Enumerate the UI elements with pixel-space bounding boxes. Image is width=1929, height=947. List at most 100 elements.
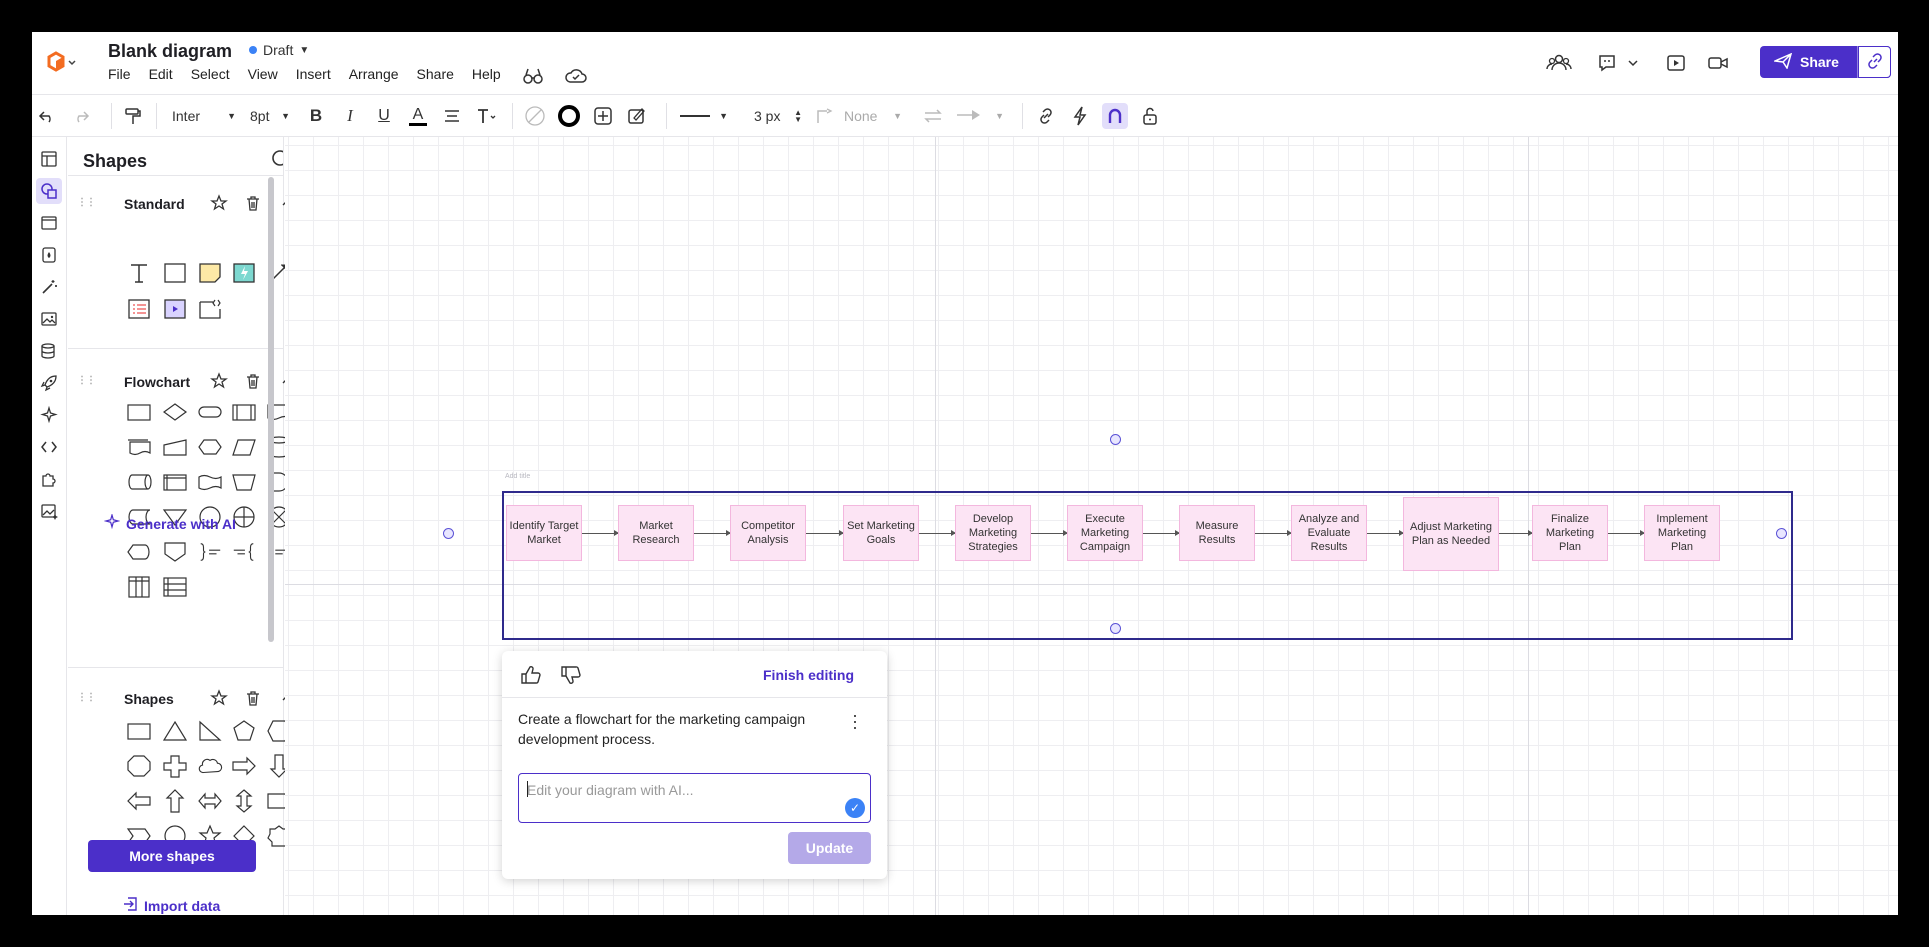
line-color-icon[interactable] (556, 103, 582, 129)
internal-storage-icon[interactable] (162, 469, 188, 495)
unlock-icon[interactable] (1137, 103, 1163, 129)
manual-input-icon[interactable] (162, 434, 188, 460)
rectangle-icon[interactable] (126, 718, 152, 744)
line-end-select[interactable]: ▼ (956, 103, 1004, 129)
trash-icon[interactable] (244, 689, 262, 707)
cloud-icon[interactable] (197, 753, 223, 779)
flow-connector-arrow[interactable] (806, 530, 844, 536)
finish-editing-button[interactable]: Finish editing (763, 667, 854, 683)
integrations-puzzle-icon[interactable] (36, 466, 62, 492)
pages-panel-icon[interactable] (36, 146, 62, 172)
undo-icon[interactable] (34, 103, 60, 129)
font-family-select[interactable]: Inter ▼ (172, 103, 236, 129)
flow-connector-arrow[interactable] (1255, 530, 1292, 536)
double-arrow-horizontal-icon[interactable] (197, 788, 223, 814)
menu-edit[interactable]: Edit (140, 66, 182, 82)
copy-link-button[interactable] (1858, 46, 1891, 78)
code-block-icon[interactable] (197, 296, 223, 322)
direct-access-storage-icon[interactable] (126, 469, 152, 495)
section-shapes-header[interactable]: ⋮⋮ Shapes (72, 687, 292, 711)
drag-grip-icon[interactable]: ⋮⋮ (77, 692, 96, 703)
actions-lightning-icon[interactable] (1067, 103, 1093, 129)
document-title[interactable]: Blank diagram (108, 41, 232, 62)
flow-step-box[interactable]: Competitor Analysis (730, 505, 806, 561)
octagon-icon[interactable] (126, 753, 152, 779)
text-shape-icon[interactable] (126, 260, 152, 286)
menu-insert[interactable]: Insert (287, 66, 340, 82)
display-shape-icon[interactable] (126, 539, 152, 565)
predefined-process-icon[interactable] (231, 399, 257, 425)
shape-options-icon[interactable] (590, 103, 616, 129)
more-shapes-button[interactable]: More shapes (88, 840, 256, 872)
align-center-icon[interactable] (440, 103, 464, 129)
selection-handle-left[interactable] (443, 528, 454, 539)
image-icon[interactable] (36, 306, 62, 332)
flow-step-box[interactable]: Market Research (618, 505, 694, 561)
flow-step-box[interactable]: Measure Results (1179, 505, 1255, 561)
sticky-note-icon[interactable] (197, 260, 223, 286)
import-data-button[interactable]: Import data (122, 896, 220, 915)
code-icon[interactable] (36, 434, 62, 460)
pentagon-icon[interactable] (231, 718, 257, 744)
flow-connector-arrow[interactable] (694, 530, 731, 536)
container-add-title[interactable]: Add title (505, 473, 530, 480)
rocket-icon[interactable] (36, 370, 62, 396)
flow-connector-arrow[interactable] (1031, 530, 1068, 536)
rectangle-shape-icon[interactable] (162, 260, 188, 286)
section-standard-header[interactable]: ⋮⋮ Standard (72, 192, 292, 216)
theme-drop-icon[interactable] (36, 242, 62, 268)
manual-operation-icon[interactable] (231, 469, 257, 495)
trash-icon[interactable] (244, 194, 262, 212)
offpage-reference-icon[interactable] (162, 539, 188, 565)
bold-icon[interactable]: B (304, 103, 328, 129)
flow-connector-arrow[interactable] (1143, 530, 1180, 536)
flow-connector-arrow[interactable] (582, 530, 619, 536)
left-arrow-icon[interactable] (126, 788, 152, 814)
flow-step-box[interactable]: Finalize Marketing Plan (1532, 505, 1608, 561)
search-icon[interactable] (271, 149, 283, 176)
font-size-select[interactable]: 8pt ▼ (250, 103, 290, 129)
right-triangle-icon[interactable] (197, 718, 223, 744)
flow-step-box[interactable]: Set Marketing Goals (843, 505, 919, 561)
menu-help[interactable]: Help (463, 66, 510, 82)
annotation-brace-icon[interactable] (197, 539, 223, 565)
comments-dropdown-chevron-icon[interactable] (1619, 46, 1647, 80)
section-flowchart-header[interactable]: ⋮⋮ Flowchart (72, 370, 292, 394)
action-shape-icon[interactable] (231, 260, 257, 286)
draft-status[interactable]: Draft ▼ (249, 42, 309, 58)
punched-tape-icon[interactable] (197, 469, 223, 495)
terminator-shape-icon[interactable] (197, 399, 223, 425)
preparation-shape-icon[interactable] (197, 434, 223, 460)
swimlane-horizontal-icon[interactable] (162, 574, 188, 600)
right-arrow-icon[interactable] (231, 753, 257, 779)
star-icon[interactable] (210, 194, 228, 212)
data-io-shape-icon[interactable] (231, 434, 257, 460)
up-arrow-icon[interactable] (162, 788, 188, 814)
comments-icon[interactable] (1593, 46, 1621, 80)
present-icon[interactable] (1662, 46, 1690, 80)
fill-none-icon[interactable] (522, 103, 548, 129)
ai-sparkle-icon[interactable] (36, 402, 62, 428)
underline-icon[interactable]: U (372, 103, 396, 129)
shapes-panel-icon[interactable] (36, 178, 62, 204)
lucid-logo-icon[interactable] (46, 50, 76, 74)
line-start-select[interactable]: None ▼ (844, 103, 902, 129)
star-icon[interactable] (210, 372, 228, 390)
menu-select[interactable]: Select (182, 66, 239, 82)
flow-connector-arrow[interactable] (919, 530, 956, 536)
drag-grip-icon[interactable]: ⋮⋮ (77, 197, 96, 208)
drag-grip-icon[interactable]: ⋮⋮ (77, 375, 96, 386)
flow-step-box[interactable]: Analyze and Evaluate Results (1291, 505, 1367, 561)
menu-file[interactable]: File (108, 66, 140, 82)
selection-handle-bottom[interactable] (1110, 623, 1121, 634)
magnet-snap-icon[interactable] (1102, 103, 1128, 129)
binoculars-icon[interactable] (522, 66, 544, 86)
video-call-icon[interactable] (1704, 46, 1732, 80)
flow-step-box[interactable]: Implement Marketing Plan (1644, 505, 1720, 561)
flow-step-box[interactable]: Execute Marketing Campaign (1067, 505, 1143, 561)
magic-wand-icon[interactable] (36, 274, 62, 300)
text-options-icon[interactable] (474, 103, 500, 129)
grammar-check-icon[interactable]: ✓ (845, 798, 865, 818)
thumbs-down-icon[interactable] (560, 665, 582, 690)
panel-scrollbar[interactable] (268, 177, 274, 642)
